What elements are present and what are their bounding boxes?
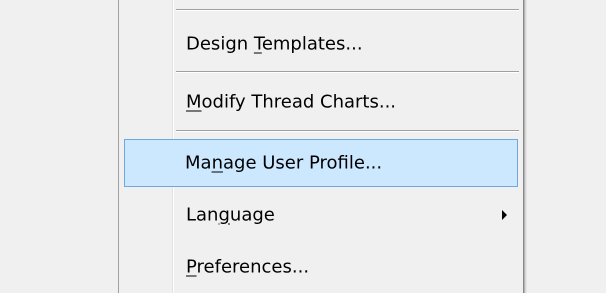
accelerator-key: M — [186, 91, 202, 113]
left-window-area — [0, 0, 118, 293]
menu-item-manage-user-profile[interactable]: Manage User Profile... — [124, 139, 518, 187]
accelerator-key: P — [186, 256, 197, 278]
accelerator-key: n — [211, 152, 223, 174]
accelerator-key: g — [218, 204, 230, 226]
menu-separator — [176, 130, 519, 132]
menu-item-label: Language — [186, 204, 275, 226]
submenu-arrow-icon — [502, 210, 507, 220]
accelerator-key: T — [253, 33, 262, 55]
menu-item-label: Preferences... — [186, 256, 310, 278]
menu-item-label: Design Templates... — [186, 33, 363, 55]
menu-item-design-templates[interactable]: Design Templates... — [125, 22, 515, 66]
menu-item-language[interactable]: Language — [125, 193, 515, 237]
menu-item-label: Manage User Profile... — [185, 152, 383, 174]
menu-separator — [176, 71, 519, 73]
menu-separator — [176, 9, 519, 11]
menu-shadow — [526, 0, 527, 293]
menu-item-modify-thread-charts[interactable]: Modify Thread Charts... — [125, 80, 515, 124]
menu-item-preferences[interactable]: Preferences... — [125, 245, 515, 289]
right-window-area — [523, 0, 606, 293]
menu-item-label: Modify Thread Charts... — [186, 91, 397, 113]
